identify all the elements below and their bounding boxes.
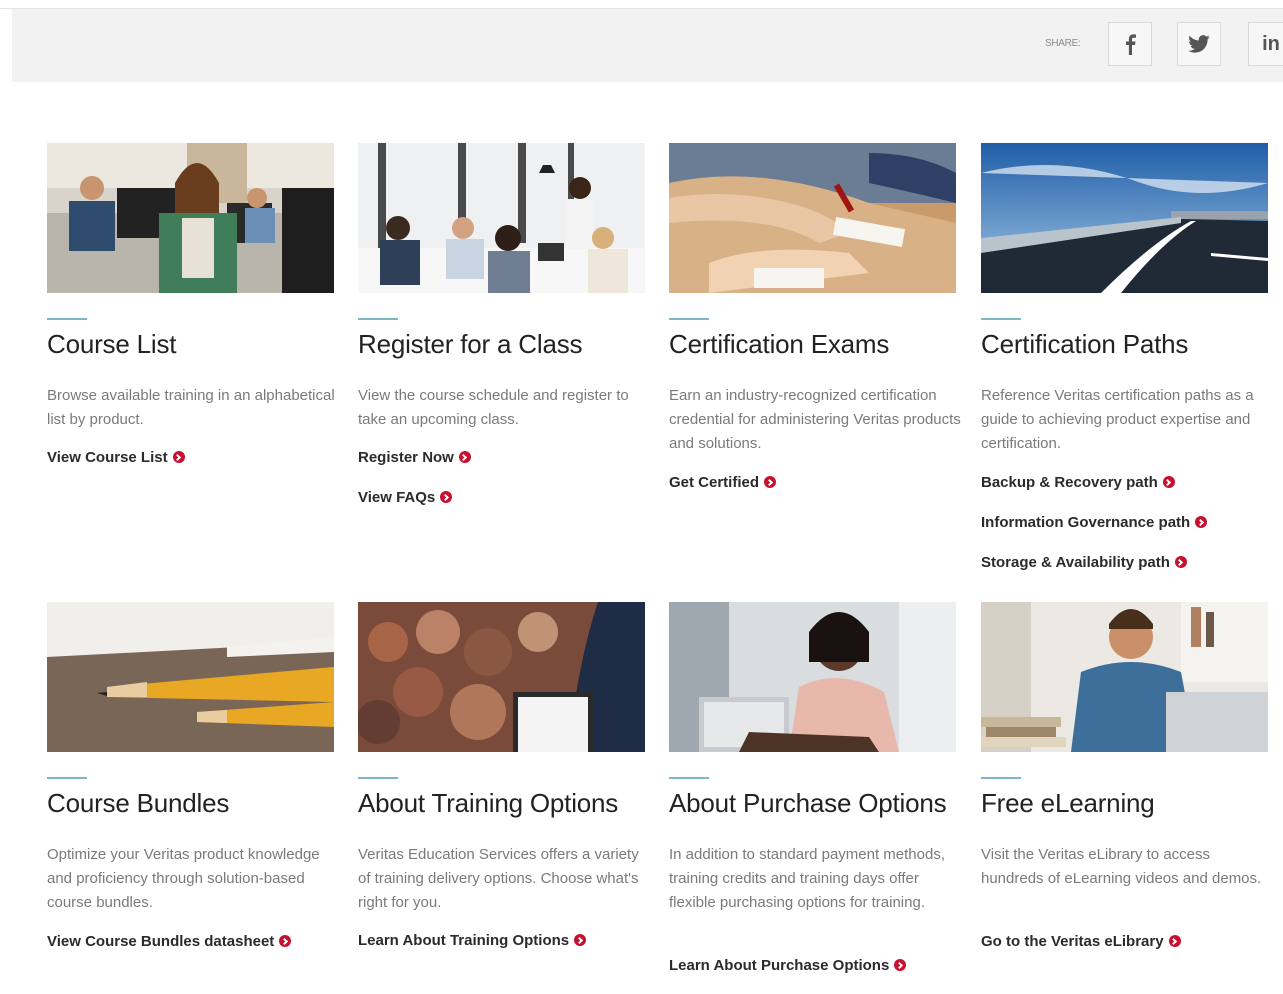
card-accent-line [981,318,1021,320]
purchase-options-image [669,602,956,752]
card-accent-line [669,318,709,320]
card-accent-line [47,318,87,320]
card-purchase-options: About Purchase Options In addition to st… [669,602,957,974]
arrow-right-icon [1162,476,1175,488]
card-description: Reference Veritas certification paths as… [981,387,1254,452]
certification-exams-image [669,143,956,293]
card-free-elearning: Free eLearning Visit the Veritas eLibrar… [981,602,1269,950]
card-title: About Training Options [358,788,619,818]
card-description: Visit the Veritas eLibrary to access hun… [981,846,1262,887]
arrow-right-icon [440,491,453,503]
arrow-right-icon [1168,935,1181,947]
card-accent-line [358,777,398,779]
view-faqs-link[interactable]: View FAQs [358,486,471,526]
twitter-icon [1188,35,1210,53]
card-title: Certification Exams [669,329,890,359]
card-title: Course List [47,329,177,359]
card-description: Optimize your Veritas product knowledge … [47,846,320,911]
learn-about-purchase-options-link[interactable]: Learn About Purchase Options [669,954,907,994]
register-class-image [358,143,645,293]
register-now-link[interactable]: Register Now [358,446,471,486]
arrow-right-icon [1174,556,1187,568]
card-title: About Purchase Options [669,788,947,818]
linkedin-share-button[interactable]: in [1248,22,1283,66]
arrow-right-icon [279,935,292,947]
certification-paths-image [981,143,1268,293]
learn-about-training-options-link[interactable]: Learn About Training Options [358,929,587,969]
card-description: Veritas Education Services offers a vari… [358,846,639,911]
arrow-right-icon [1195,516,1208,528]
arrow-right-icon [574,934,587,946]
linkedin-icon: in [1262,32,1280,55]
course-bundles-image [47,602,334,752]
course-list-image [47,143,334,293]
card-title: Register for a Class [358,329,583,359]
share-bar [12,9,1283,82]
arrow-right-icon [894,959,907,971]
card-title: Course Bundles [47,788,230,818]
card-description: In addition to standard payment methods,… [669,846,946,911]
card-course-bundles: Course Bundles Optimize your Veritas pro… [47,602,335,950]
storage-availability-path-link[interactable]: Storage & Availability path [981,551,1207,591]
card-register-class: Register for a Class View the course sch… [358,143,646,506]
card-title: Free eLearning [981,788,1155,818]
card-title: Certification Paths [981,329,1189,359]
card-description: Browse available training in an alphabet… [47,387,335,428]
facebook-share-button[interactable] [1108,22,1152,66]
card-certification-exams: Certification Exams Earn an industry-rec… [669,143,961,491]
card-accent-line [669,777,709,779]
information-governance-path-link[interactable]: Information Governance path [981,511,1208,551]
get-certified-link[interactable]: Get Certified [669,471,777,511]
view-course-bundles-datasheet-link[interactable]: View Course Bundles datasheet [47,930,292,970]
card-accent-line [47,777,87,779]
facebook-icon [1126,34,1136,55]
share-label: SHARE: [1045,38,1081,49]
arrow-right-icon [172,451,185,463]
free-elearning-image [981,602,1268,752]
card-description: Earn an industry-recognized certificatio… [669,387,961,452]
card-description: View the course schedule and register to… [358,387,629,428]
training-options-image [358,602,645,752]
view-course-list-link[interactable]: View Course List [47,446,185,486]
twitter-share-button[interactable] [1177,22,1221,66]
go-to-veritas-elibrary-link[interactable]: Go to the Veritas eLibrary [981,930,1181,970]
card-accent-line [981,777,1021,779]
arrow-right-icon [764,476,777,488]
arrow-right-icon [458,451,471,463]
backup-recovery-path-link[interactable]: Backup & Recovery path [981,471,1207,511]
card-certification-paths: Certification Paths Reference Veritas ce… [981,143,1269,571]
card-training-options: About Training Options Veritas Education… [358,602,646,949]
card-accent-line [358,318,398,320]
card-course-list: Course List Browse available training in… [47,143,335,466]
